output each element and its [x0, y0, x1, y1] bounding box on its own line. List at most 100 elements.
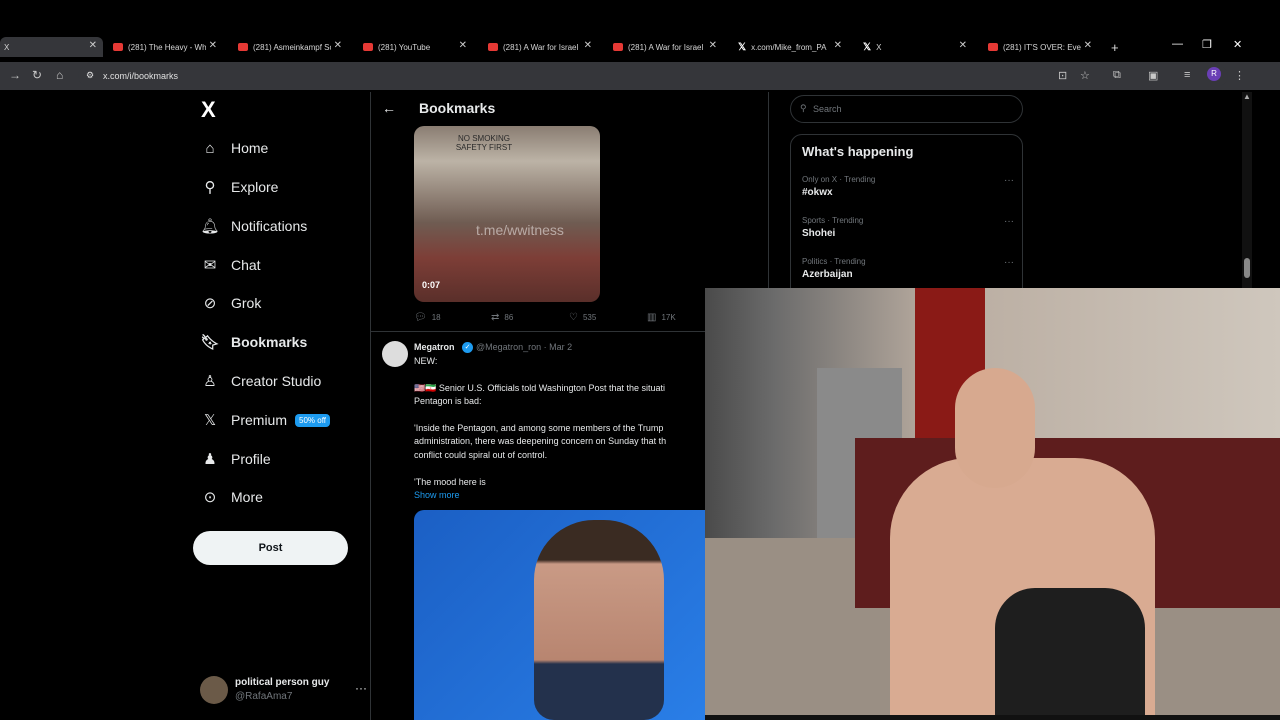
grok-icon: ⊘ — [203, 295, 217, 312]
back-arrow-icon[interactable]: ← — [382, 100, 396, 116]
minimize-window-icon[interactable]: — — [1172, 38, 1183, 50]
search-icon: ⚲ — [204, 179, 216, 196]
extensions-icon[interactable]: ⧉ — [1113, 69, 1121, 82]
tweet-image[interactable] — [414, 510, 714, 720]
tab-youtube[interactable]: (281) YouTube ✕ — [363, 37, 473, 57]
sidebar-item-more[interactable]: ⊙ More — [200, 482, 263, 512]
views-button[interactable]: ▥ 17K — [647, 312, 676, 323]
tab-youtube[interactable]: (281) A War for Israel ✕ — [613, 37, 723, 57]
close-window-icon[interactable]: ✕ — [1233, 38, 1242, 51]
tab-x[interactable]: 𝕏 x.com/Mike_from_PA ✕ — [738, 37, 848, 57]
close-tab-icon[interactable]: ✕ — [584, 40, 592, 51]
scroll-up-icon[interactable]: ▲ — [1243, 92, 1251, 101]
close-tab-icon[interactable]: ✕ — [334, 40, 342, 51]
site-info-icon[interactable]: ⚙ — [86, 70, 94, 81]
tweet-text-line: 🇺🇸🇮🇷 Senior U.S. Officials told Washingt… — [414, 383, 666, 393]
tab-x[interactable]: 𝕏 X ✕ — [863, 37, 973, 57]
media-control-icon[interactable]: ≡ — [1184, 69, 1190, 81]
tab-title: X — [876, 42, 882, 52]
sidebar-item-bookmarks[interactable]: 🔖︎ Bookmarks — [200, 327, 307, 357]
tab-youtube[interactable]: (281) IT'S OVER: Even ✕ — [988, 37, 1098, 57]
like-button[interactable]: ♡ 535 — [569, 312, 596, 323]
tab-youtube[interactable]: (281) Asmeinkampf Sc ✕ — [238, 37, 348, 57]
tab-title: (281) A War for Israel — [628, 42, 704, 52]
tab-youtube[interactable]: (281) The Heavy - Wh ✕ — [113, 37, 223, 57]
scrollbar-thumb[interactable] — [1244, 258, 1250, 278]
right-column: ⚲ Search What's happening Only on X · Tr… — [769, 92, 1249, 292]
url-field[interactable]: ⚙ x.com/i/bookmarks — [78, 66, 1228, 86]
trends-panel: What's happening Only on X · Trending #o… — [790, 134, 1023, 292]
sidebar-item-premium[interactable]: 𝕏 Premium 50% off — [200, 405, 330, 435]
like-count: 535 — [582, 313, 597, 322]
trend-name: #okwx — [802, 187, 833, 198]
retweet-button[interactable]: ⇄ 86 — [491, 312, 513, 323]
more-options-icon[interactable]: ··· — [1004, 216, 1014, 227]
trend-item[interactable]: Sports · Trending Shohei ··· — [802, 216, 1014, 246]
show-more-link[interactable]: Show more — [414, 490, 460, 500]
creator-studio-icon: ♙ — [203, 373, 217, 390]
sidebar-item-profile[interactable]: ♟ Profile — [200, 444, 271, 474]
sidebar-item-explore[interactable]: ⚲ Explore — [200, 172, 279, 202]
page-title: Bookmarks — [419, 100, 496, 116]
x-icon: 𝕏 — [863, 41, 872, 53]
webcam-bottom-bar — [705, 715, 1280, 720]
bookmark-star-icon[interactable]: ☆ — [1080, 69, 1090, 82]
close-tab-icon[interactable]: ✕ — [1084, 40, 1092, 51]
close-tab-icon[interactable]: ✕ — [959, 40, 967, 51]
close-tab-icon[interactable]: ✕ — [834, 40, 842, 51]
sidebar-item-label: Profile — [231, 451, 271, 467]
trend-context: Politics · Trending — [802, 257, 866, 266]
sidebar-item-grok[interactable]: ⊘ Grok — [200, 288, 262, 318]
post-button[interactable]: Post — [193, 531, 348, 565]
tab-title: (281) IT'S OVER: Even — [1003, 42, 1081, 52]
sidebar-item-label: Grok — [231, 295, 262, 311]
more-options-icon[interactable]: ··· — [1004, 175, 1014, 186]
sidebar-item-chat[interactable]: ✉ Chat — [200, 250, 261, 280]
tweet-text-line: NEW: — [414, 356, 438, 366]
close-tab-icon[interactable]: ✕ — [459, 40, 467, 51]
sidebar-item-label: Home — [231, 140, 269, 156]
maximize-window-icon[interactable]: ❐ — [1202, 38, 1212, 51]
more-options-icon[interactable]: ··· — [355, 681, 367, 695]
close-tab-icon[interactable]: ✕ — [89, 40, 97, 51]
forward-icon[interactable]: → — [9, 68, 21, 82]
sidebar-item-creator-studio[interactable]: ♙ Creator Studio — [200, 366, 321, 396]
side-panel-icon[interactable]: ▣ — [1148, 69, 1158, 82]
sidebar-item-home[interactable]: ⌂ Home — [200, 133, 268, 163]
x-logo[interactable]: X — [201, 97, 216, 123]
account-switcher[interactable]: political person guy @RafaAma7 ··· — [200, 676, 370, 704]
tab-x-active[interactable]: X ✕ — [0, 37, 103, 57]
youtube-icon — [488, 43, 498, 51]
avatar[interactable] — [382, 341, 408, 367]
browser-menu-icon[interactable]: ⋮ — [1234, 69, 1245, 82]
tweet-author-name[interactable]: Megatron — [414, 342, 455, 352]
tweet-meta[interactable]: @Megatron_ron · Mar 2 — [476, 342, 572, 352]
trend-item[interactable]: Only on X · Trending #okwx ··· — [802, 175, 1014, 205]
profile-avatar-icon[interactable]: R — [1207, 67, 1221, 81]
search-input[interactable]: ⚲ Search — [790, 95, 1023, 123]
retweet-icon: ⇄ — [491, 312, 500, 323]
youtube-icon — [363, 43, 373, 51]
sidebar-item-notifications[interactable]: 🔔︎ Notifications — [200, 211, 307, 241]
close-tab-icon[interactable]: ✕ — [709, 40, 717, 51]
tweet-text-line: Pentagon is bad: — [414, 396, 482, 406]
sidebar-item-label: Explore — [231, 179, 279, 195]
youtube-icon — [238, 43, 248, 51]
home-browser-icon[interactable]: ⌂ — [56, 68, 63, 82]
trend-item[interactable]: Politics · Trending Azerbaijan ··· — [802, 257, 1014, 287]
sidebar-item-label: Bookmarks — [231, 334, 308, 350]
reply-icon: 💬︎ — [414, 312, 427, 323]
tab-youtube[interactable]: (281) A War for Israel ✕ — [488, 37, 598, 57]
tweet-video[interactable]: NO SMOKING SAFETY FIRST t.me/wwitness 0:… — [414, 126, 600, 302]
reply-button[interactable]: 💬︎ 18 — [414, 312, 441, 323]
tweet-text-line: 'Inside the Pentagon, and among some mem… — [414, 423, 664, 433]
new-tab-button[interactable]: + — [1111, 37, 1119, 57]
more-options-icon[interactable]: ··· — [1004, 257, 1014, 268]
tweet-image-person — [534, 520, 664, 720]
tweet-text-line: 'The mood here is — [414, 477, 486, 487]
install-app-icon[interactable]: ⊡ — [1058, 69, 1067, 82]
reload-icon[interactable]: ↻ — [32, 68, 42, 82]
tweet-text-line: conflict could spiral out of control. — [414, 450, 548, 460]
close-tab-icon[interactable]: ✕ — [209, 40, 217, 51]
webcam-overlay — [705, 288, 1280, 715]
